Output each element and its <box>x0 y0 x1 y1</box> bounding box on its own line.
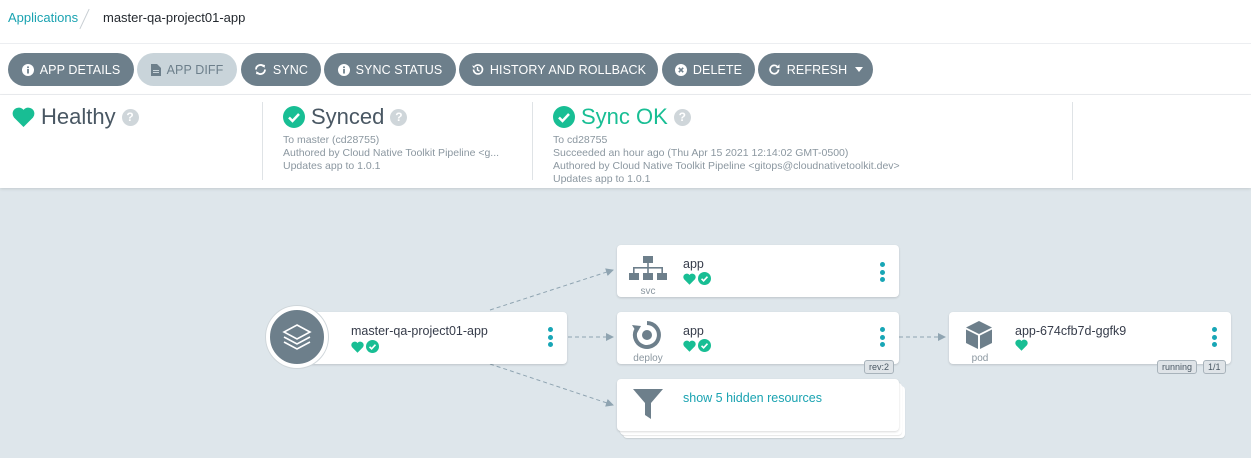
operation-time: Succeeded an hour ago (Thu Apr 15 2021 1… <box>553 147 849 159</box>
app-node-status <box>351 340 379 353</box>
pod-node[interactable]: pod app-674cfb7d-ggfk9 running 1/1 <box>949 312 1231 374</box>
revision-badge: rev:2 <box>864 360 895 374</box>
operation-title: Sync OK <box>581 104 668 129</box>
history-icon <box>471 64 484 75</box>
sync-label: SYNC <box>272 62 309 77</box>
sync-message: Updates app to 1.0.1 <box>283 160 381 172</box>
info-icon <box>21 63 34 76</box>
heart-icon <box>1015 339 1028 351</box>
hidden-resources-node[interactable]: show 5 hidden resources <box>617 379 899 431</box>
operation-status: Sync OK ? To cd28755 Succeeded an hour a… <box>553 103 1063 185</box>
heart-icon <box>683 340 696 352</box>
sync-status: Synced ? To master (cd28755) Authored by… <box>283 103 523 179</box>
refresh-label: REFRESH <box>786 62 848 77</box>
app-node[interactable]: master-qa-project01-app <box>298 312 567 364</box>
app-diff-button[interactable]: APP DIFF <box>137 53 237 86</box>
app-details-label: APP DETAILS <box>39 62 121 77</box>
operation-target: To cd28755 <box>553 134 608 146</box>
breadcrumb-current: master-qa-project01-app <box>103 10 246 25</box>
pod-node-menu[interactable] <box>1212 327 1218 350</box>
filter-icon <box>633 389 663 419</box>
heart-icon <box>351 341 364 353</box>
deploy-node-kind: deploy <box>633 353 663 364</box>
app-node-name: master-qa-project01-app <box>351 324 488 338</box>
breadcrumb-applications-link[interactable]: Applications <box>8 10 78 25</box>
deploy-node-menu[interactable] <box>880 327 886 350</box>
breadcrumb-bar: Applications master-qa-project01-app <box>0 0 1251 44</box>
operation-author: Authored by Cloud Native Toolkit Pipelin… <box>553 160 900 172</box>
help-icon[interactable]: ? <box>673 108 691 126</box>
breadcrumb-separator <box>79 8 90 30</box>
deploy-node-status <box>683 339 711 352</box>
sync-title: Synced <box>311 104 385 129</box>
pod-node-kind: pod <box>971 353 989 364</box>
deploy-icon <box>632 321 661 349</box>
check-circle-icon <box>698 272 711 285</box>
health-title: Healthy <box>41 104 116 129</box>
show-hidden-resources-link[interactable]: show 5 hidden resources <box>683 391 822 405</box>
history-rollback-button[interactable]: HISTORY AND ROLLBACK <box>459 53 658 86</box>
svc-node-menu[interactable] <box>880 262 886 285</box>
svc-node-kind: svc <box>640 286 656 297</box>
help-icon[interactable]: ? <box>390 108 408 126</box>
application-icon <box>266 306 328 368</box>
delete-button[interactable]: DELETE <box>662 53 755 86</box>
sync-button[interactable]: SYNC <box>241 53 321 86</box>
svc-node-status <box>683 272 711 285</box>
heart-icon <box>12 107 35 127</box>
divider <box>1072 102 1073 180</box>
divider <box>262 102 263 180</box>
sync-author: Authored by Cloud Native Toolkit Pipelin… <box>283 147 500 159</box>
help-icon[interactable]: ? <box>121 108 139 126</box>
pod-status-badge: running <box>1157 360 1198 374</box>
deploy-node[interactable]: deploy app rev:2 <box>617 312 899 374</box>
info-icon <box>337 63 350 76</box>
sync-status-button[interactable]: SYNC STATUS <box>324 53 456 86</box>
svc-node[interactable]: svc app <box>617 245 899 297</box>
heart-icon <box>683 273 696 285</box>
edge-app-svc <box>489 268 614 311</box>
app-diff-label: APP DIFF <box>166 62 224 77</box>
pod-node-status <box>1015 339 1028 351</box>
sync-status-label: SYNC STATUS <box>355 62 443 77</box>
chevron-down-icon[interactable] <box>855 67 864 72</box>
layers-icon <box>282 324 312 350</box>
app-node-menu[interactable] <box>548 327 554 350</box>
refresh-button[interactable]: REFRESH <box>758 53 873 86</box>
check-circle-icon <box>283 106 305 128</box>
deploy-node-name: app <box>683 324 704 338</box>
file-icon <box>150 63 161 76</box>
history-rollback-label: HISTORY AND ROLLBACK <box>489 62 647 77</box>
operation-message: Updates app to 1.0.1 <box>553 173 651 185</box>
resource-tree: master-qa-project01-app svc app deploy a… <box>0 188 1251 458</box>
sync-target: To master (cd28755) <box>283 134 380 146</box>
app-details-button[interactable]: APP DETAILS <box>8 53 134 86</box>
check-circle-icon <box>698 339 711 352</box>
pod-node-name: app-674cfb7d-ggfk9 <box>1015 324 1127 338</box>
redo-icon <box>769 64 780 75</box>
health-status: Healthy ? <box>12 103 252 179</box>
svc-node-name: app <box>683 257 704 271</box>
delete-label: DELETE <box>692 62 743 77</box>
sync-icon <box>255 64 266 75</box>
edge-app-hidden <box>489 363 614 407</box>
cube-icon <box>966 321 992 349</box>
check-circle-icon <box>553 106 575 128</box>
sitemap-icon <box>629 256 667 280</box>
check-circle-icon <box>366 340 379 353</box>
action-toolbar: APP DETAILS APP DIFF SYNC SYNC STATUS HI… <box>0 44 1251 95</box>
status-panel: Healthy ? Synced ? To master (cd28755) A… <box>0 95 1251 188</box>
pod-ready-badge: 1/1 <box>1203 360 1226 374</box>
divider <box>532 102 533 180</box>
times-circle-icon <box>674 63 687 76</box>
